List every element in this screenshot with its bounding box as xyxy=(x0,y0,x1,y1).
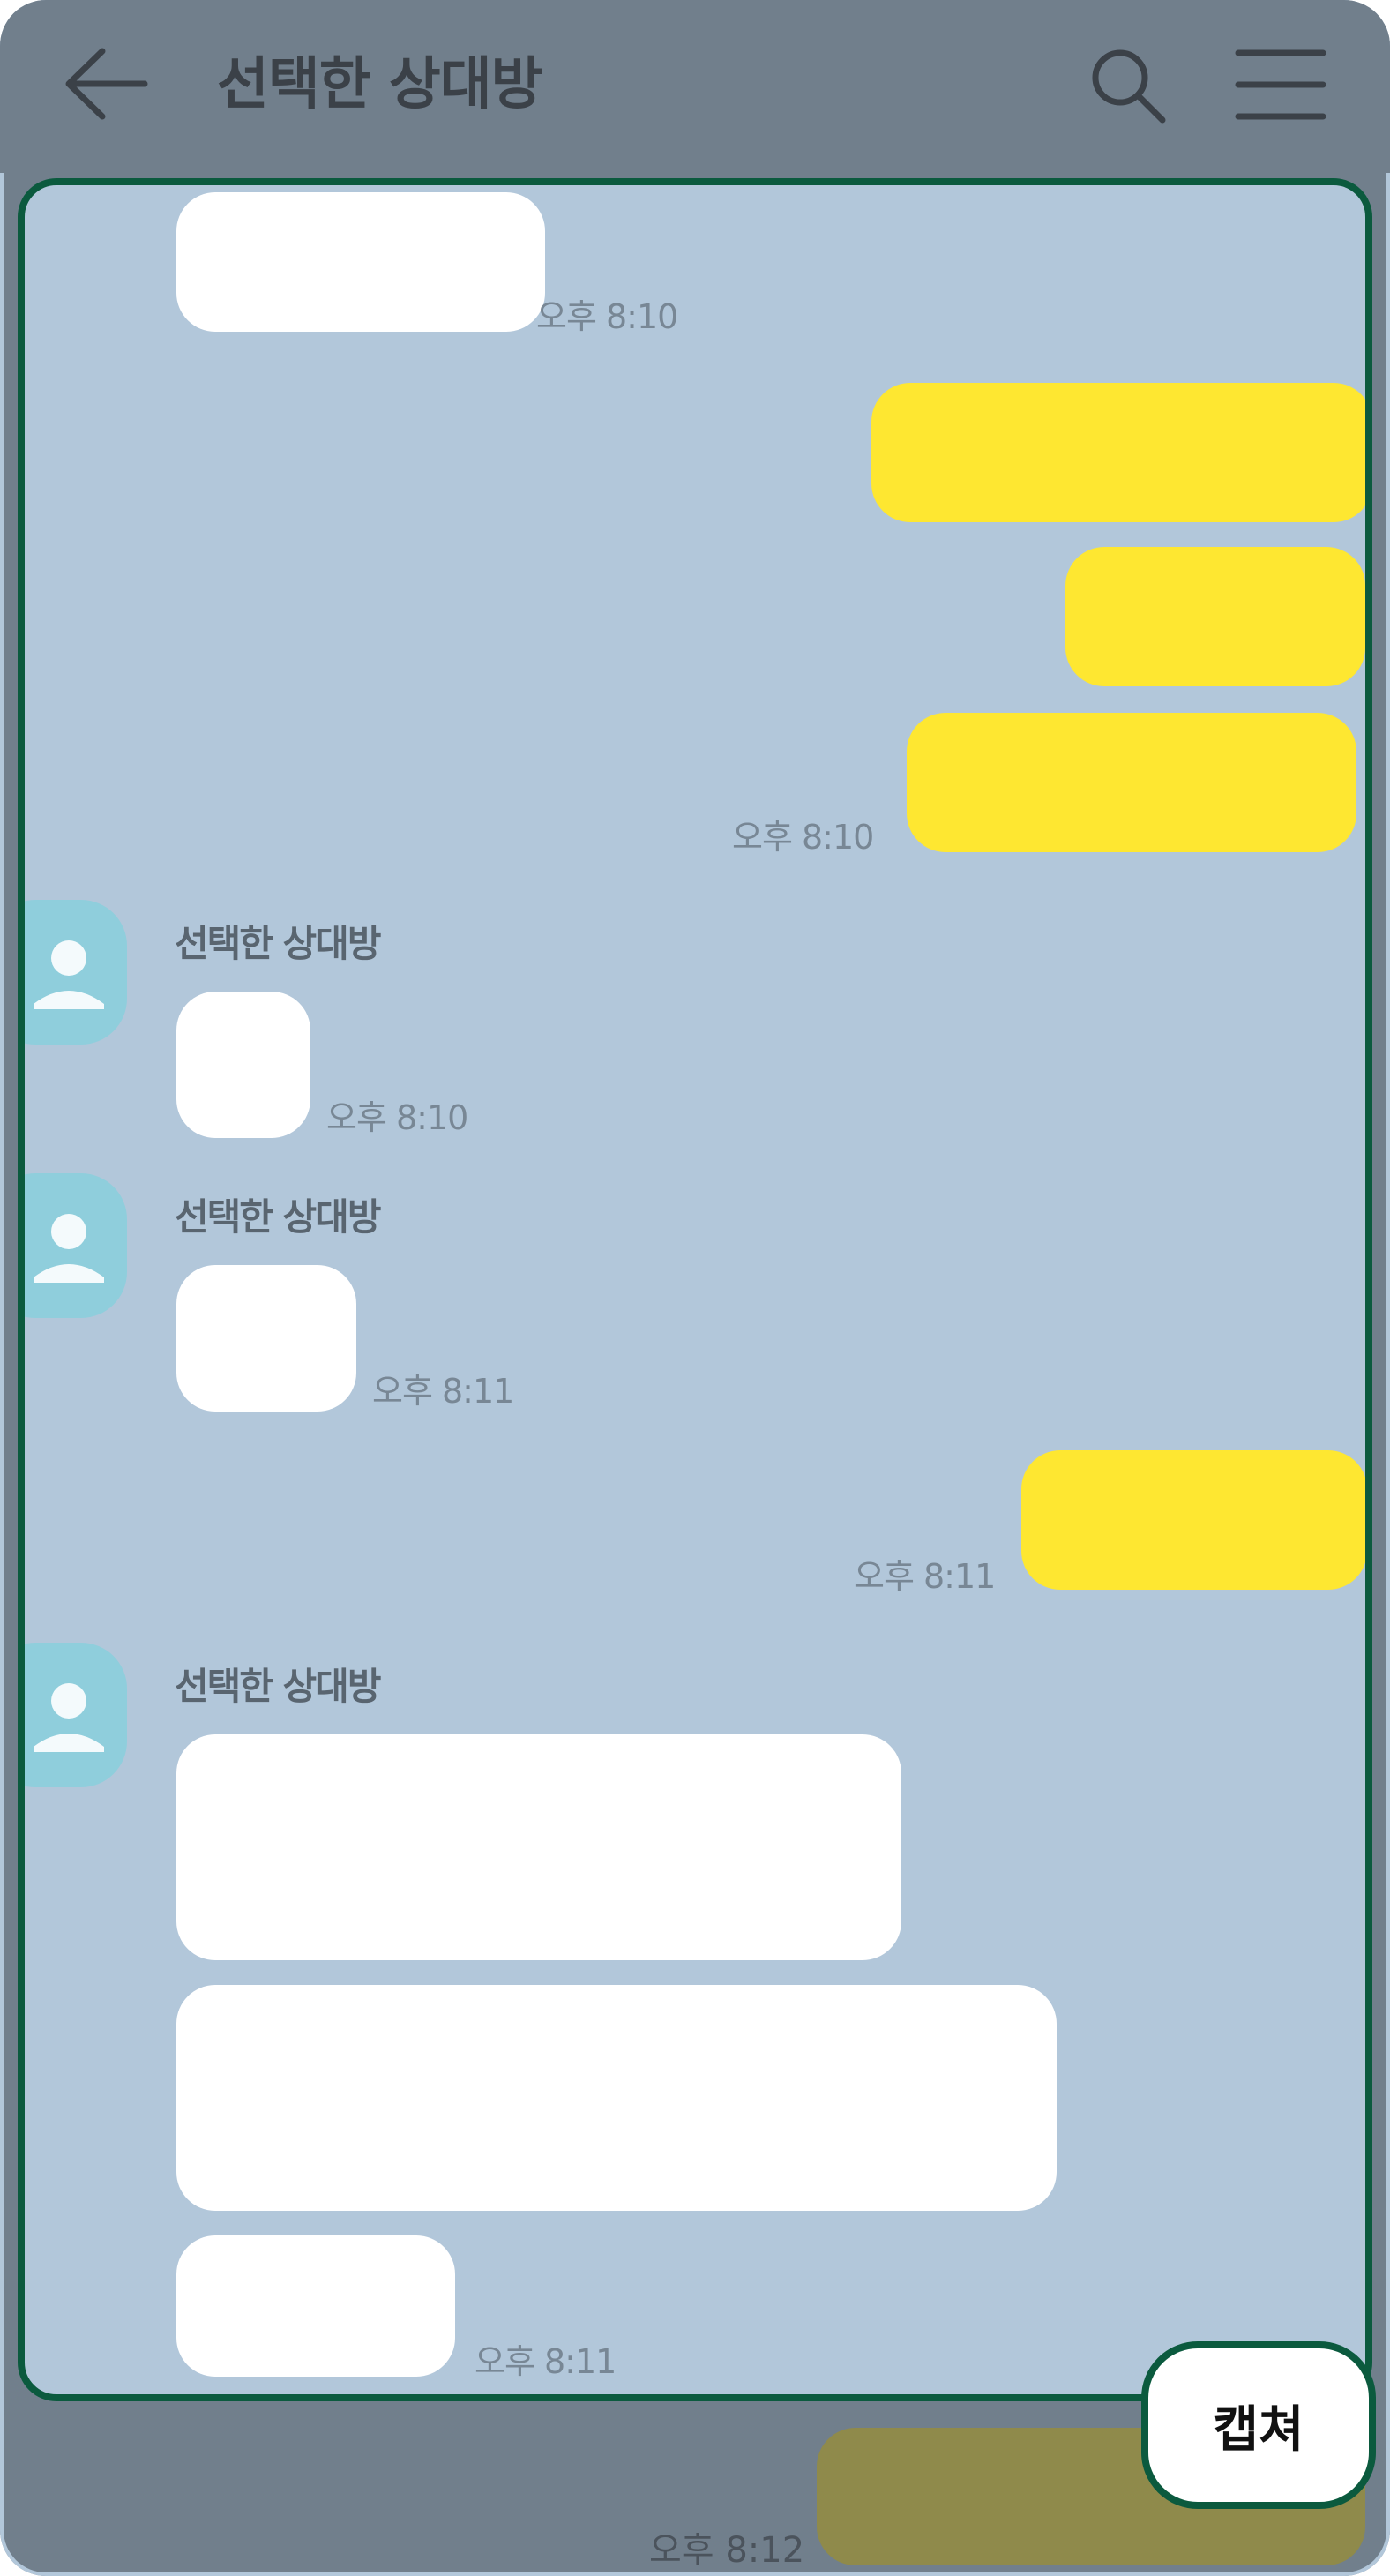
chat-message-area[interactable]: 오후 8:10 오후 8:10 선택한 상대방 오후 8:10 선택한 상대방 … xyxy=(18,178,1372,2401)
avatar[interactable] xyxy=(25,1643,127,1787)
capture-button[interactable]: 캡쳐 xyxy=(1141,2341,1376,2509)
message-time: 오후 8:11 xyxy=(372,1372,514,1411)
sender-name: 선택한 상대방 xyxy=(175,922,381,965)
incoming-message-bubble[interactable] xyxy=(176,2235,455,2377)
incoming-message-bubble[interactable] xyxy=(176,1265,356,1412)
outgoing-message-bubble[interactable] xyxy=(907,713,1356,852)
sender-name: 선택한 상대방 xyxy=(175,1195,381,1239)
chat-header: 선택한 상대방 xyxy=(0,0,1390,173)
message-time: 오후 8:10 xyxy=(536,297,678,336)
message-time: 오후 8:12 xyxy=(649,2530,805,2571)
person-icon xyxy=(34,1214,104,1283)
outgoing-message-bubble[interactable] xyxy=(1065,547,1365,686)
message-time: 오후 8:11 xyxy=(854,1557,996,1596)
avatar[interactable] xyxy=(25,1173,127,1318)
sender-name: 선택한 상대방 xyxy=(175,1665,381,1708)
chat-title: 선택한 상대방 xyxy=(217,52,543,117)
arrow-left-icon[interactable] xyxy=(64,46,148,122)
incoming-message-bubble[interactable] xyxy=(176,192,545,332)
message-time: 오후 8:10 xyxy=(326,1098,468,1137)
incoming-message-bubble[interactable] xyxy=(176,1734,901,1960)
person-icon xyxy=(34,1683,104,1752)
hamburger-menu-icon[interactable] xyxy=(1235,44,1326,125)
message-time: 오후 8:11 xyxy=(475,2342,617,2381)
outgoing-message-bubble[interactable] xyxy=(1021,1450,1365,1590)
incoming-message-bubble[interactable] xyxy=(176,992,310,1138)
message-time: 오후 8:10 xyxy=(732,818,874,857)
search-icon[interactable] xyxy=(1087,44,1168,125)
person-icon xyxy=(34,940,104,1009)
outgoing-message-bubble[interactable] xyxy=(871,383,1365,522)
avatar[interactable] xyxy=(25,900,127,1045)
phone-screen: 선택한 상대방 오후 8:10 오후 8:10 선택한 상대방 오후 8:10 xyxy=(0,0,1390,2576)
incoming-message-bubble[interactable] xyxy=(176,1985,1057,2211)
